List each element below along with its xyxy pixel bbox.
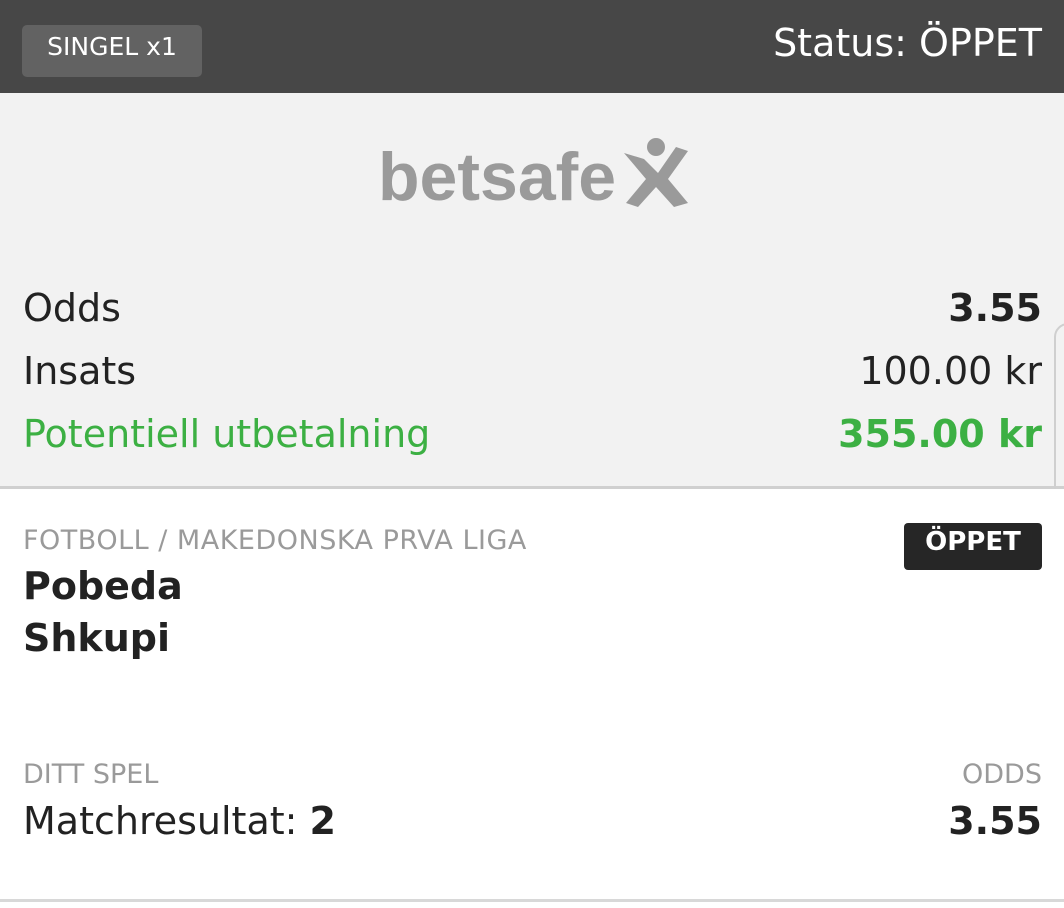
- stake-value: 100.00 kr: [859, 349, 1042, 393]
- betsafe-logo-mark: [624, 138, 688, 207]
- payout-value: 355.00 kr: [838, 412, 1042, 456]
- payout-row: Potentiell utbetalning 355.00 kr: [23, 404, 1042, 464]
- odds-value: 3.55: [948, 286, 1042, 330]
- betsafe-logo: betsafe: [376, 133, 696, 215]
- odds-label: Odds: [23, 286, 121, 330]
- status-badge: ÖPPET: [904, 523, 1042, 570]
- market-name: Matchresultat:: [23, 799, 310, 843]
- market-pick: 2: [309, 799, 336, 843]
- market-text: Matchresultat: 2: [23, 799, 336, 843]
- stake-row: Insats 100.00 kr: [23, 341, 1042, 401]
- away-team: Shkupi: [23, 616, 170, 660]
- bet-type-badge[interactable]: SINGEL x1: [22, 25, 202, 77]
- odds-row: Odds 3.55: [23, 278, 1042, 338]
- bet-status: Status: ÖPPET: [773, 21, 1042, 65]
- your-bet-label: DITT SPEL: [23, 759, 159, 790]
- payout-label: Potentiell utbetalning: [23, 412, 431, 456]
- selection-odds-label: ODDS: [962, 759, 1042, 790]
- betsafe-logo-text: betsafe: [378, 139, 616, 213]
- bet-header: SINGEL x1 Status: ÖPPET: [0, 0, 1064, 93]
- competition-label: FOTBOLL / MAKEDONSKA PRVA LIGA: [23, 525, 527, 556]
- selection-card[interactable]: FOTBOLL / MAKEDONSKA PRVA LIGA ÖPPET Pob…: [0, 489, 1064, 902]
- selection-odds-value: 3.55: [948, 799, 1042, 843]
- home-team: Pobeda: [23, 564, 183, 608]
- stake-label: Insats: [23, 349, 137, 393]
- bet-summary: betsafe Odds 3.55 Insats 100.00 kr Poten…: [0, 93, 1064, 757]
